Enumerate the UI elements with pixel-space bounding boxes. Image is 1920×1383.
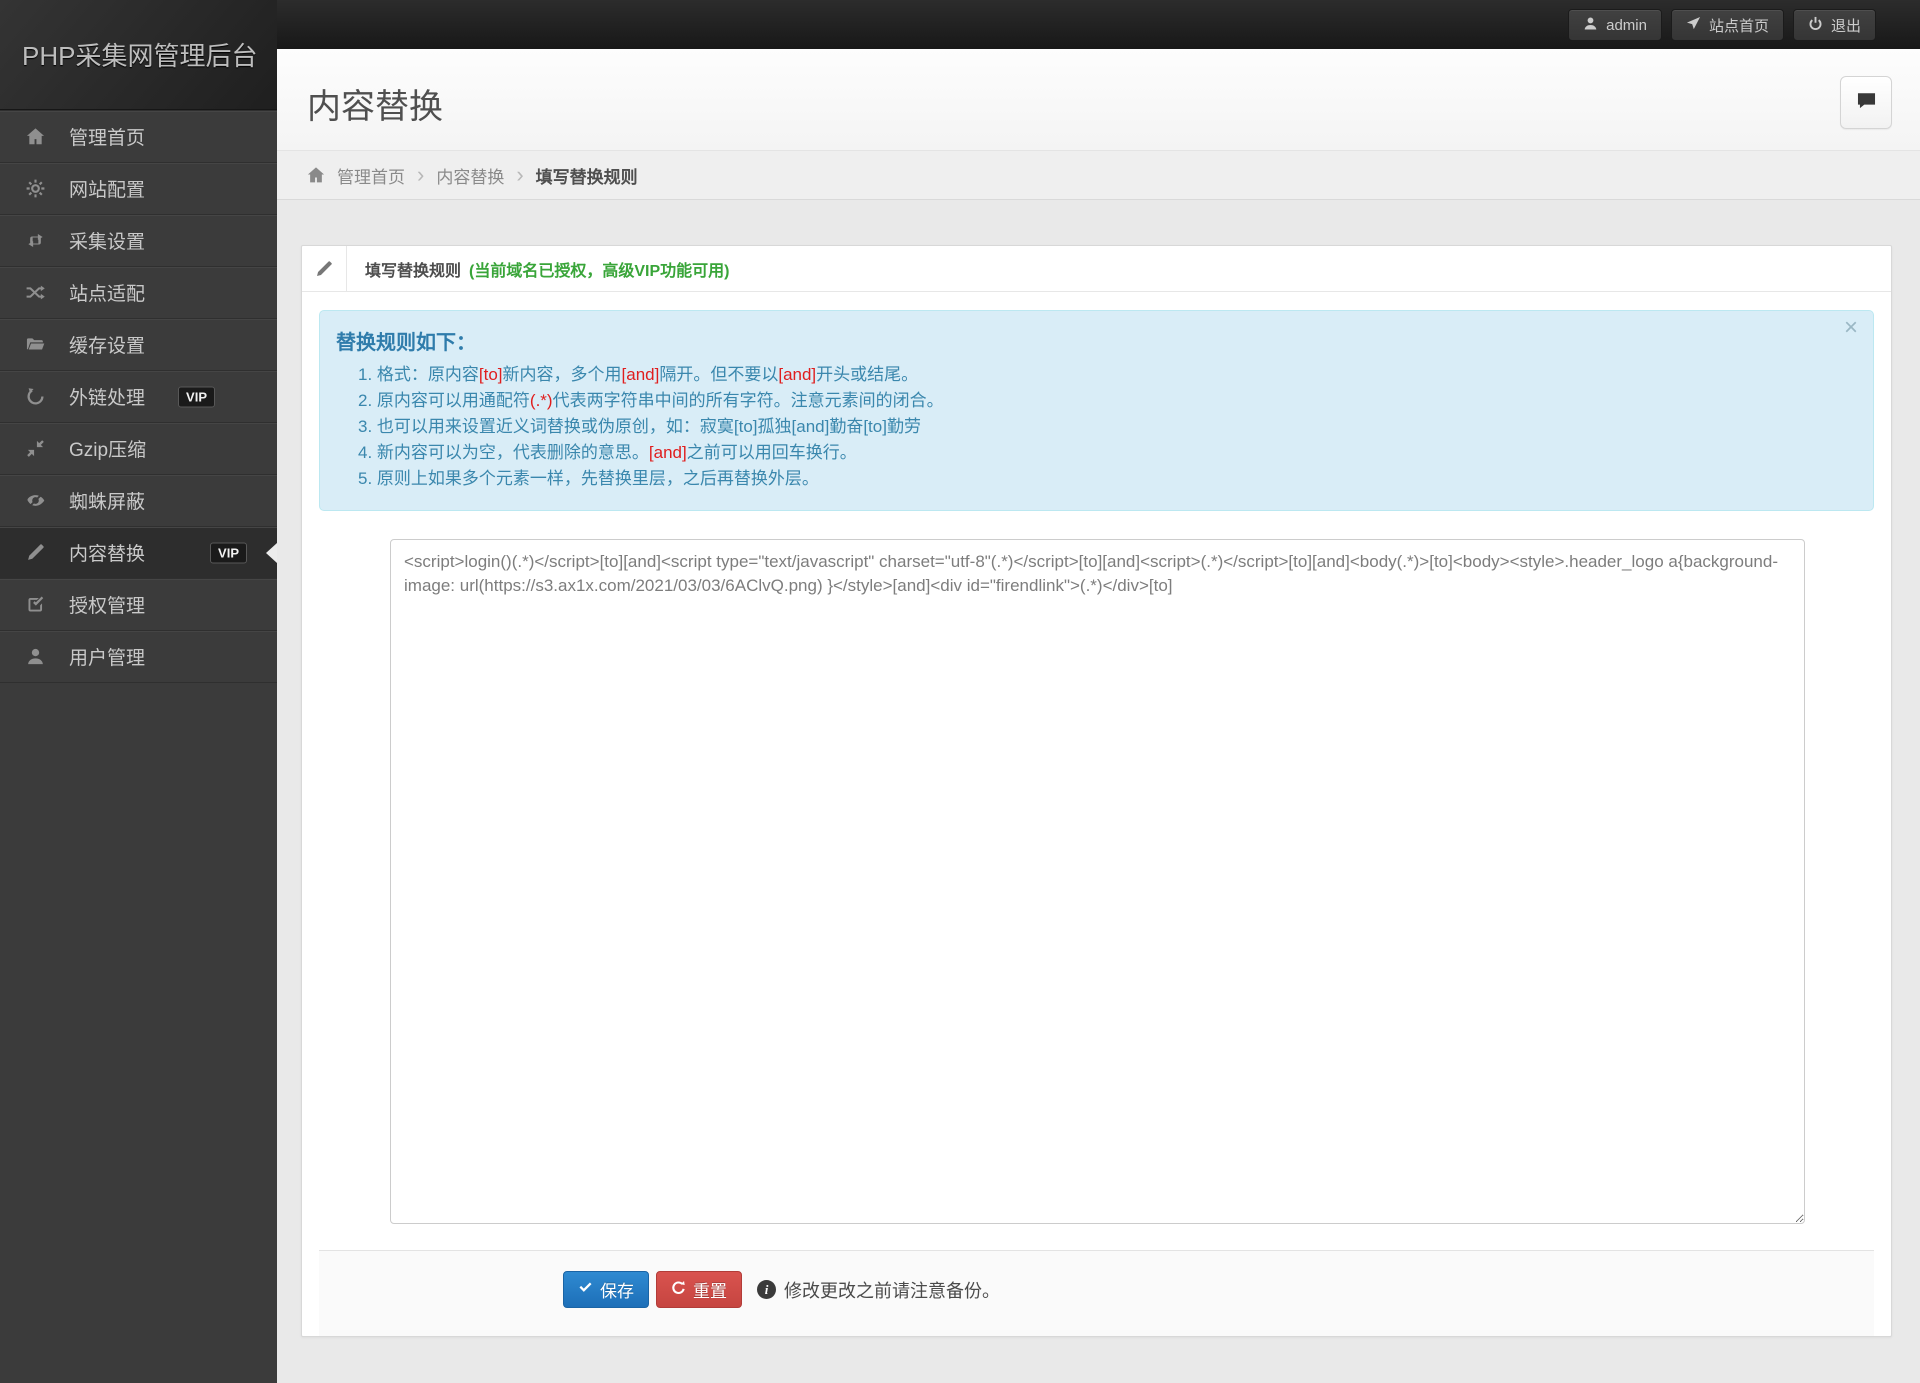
- site-home-label: 站点首页: [1709, 15, 1769, 36]
- content-header: 内容替换: [277, 49, 1920, 150]
- shuffle-icon: [26, 283, 54, 302]
- page-body: 填写替换规则 (当前域名已授权，高级VIP功能可用) 替换规则如下： 1. 格式…: [277, 200, 1920, 1337]
- site-home-button[interactable]: 站点首页: [1671, 9, 1784, 41]
- sidebar-item-dashboard[interactable]: 管理首页: [0, 111, 277, 163]
- breadcrumb: 管理首页 › 内容替换 › 填写替换规则: [277, 150, 1920, 200]
- rules-alert-title: 替换规则如下：: [336, 326, 1827, 355]
- breadcrumb-item-current: 填写替换规则: [536, 163, 638, 188]
- sidebar-item-content-replace[interactable]: 内容替换 VIP: [0, 527, 277, 579]
- home-icon: [26, 127, 54, 146]
- editor-wrap: <script>login()(.*)</script>[to][and]<sc…: [390, 539, 1805, 1229]
- pencil-icon: [302, 246, 347, 291]
- sidebar-item-spider-block[interactable]: 蜘蛛屏蔽: [0, 475, 277, 527]
- user-icon: [26, 647, 54, 666]
- sidebar-item-label: 用户管理: [69, 643, 145, 670]
- save-label: 保存: [600, 1277, 634, 1302]
- user-account-label: admin: [1606, 17, 1647, 34]
- gear-icon: [26, 179, 54, 198]
- refresh-icon: [671, 1280, 686, 1300]
- panel-authorization-note: (当前域名已授权，高级VIP功能可用): [469, 257, 729, 281]
- chevron-right-icon: ›: [417, 164, 424, 186]
- eye-slash-icon: [26, 491, 54, 510]
- save-button[interactable]: 保存: [563, 1271, 649, 1308]
- sidebar-item-label: 内容替换: [69, 539, 145, 566]
- chevron-right-icon: ›: [516, 164, 523, 186]
- logout-button[interactable]: 退出: [1793, 9, 1876, 41]
- breadcrumb-item-dashboard[interactable]: 管理首页: [337, 163, 405, 188]
- page-title: 内容替换: [277, 49, 1920, 128]
- reset-button[interactable]: 重置: [656, 1271, 742, 1308]
- admin-app: admin 站点首页 退出 PHP采集网管理后台 管理首页 网站配置: [0, 0, 1920, 1383]
- sidebar-item-gzip[interactable]: Gzip压缩: [0, 423, 277, 475]
- rule-line-4: 4. 新内容可以为空，代表删除的意思。[and]之前可以用回车换行。: [336, 440, 1827, 466]
- sidebar-item-label: 采集设置: [69, 227, 145, 254]
- rule-line-3: 3. 也可以用来设置近义词替换或伪原创，如：寂寞[to]孤独[and]勤奋[to…: [336, 414, 1827, 440]
- sidebar-item-label: 管理首页: [69, 123, 145, 150]
- sidebar-menu: 管理首页 网站配置 采集设置 站点适配 缓存设置 外链处理 VI: [0, 110, 277, 683]
- sidebar-item-cache-settings[interactable]: 缓存设置: [0, 319, 277, 371]
- retweet-icon: [26, 231, 54, 250]
- user-account-button[interactable]: admin: [1568, 9, 1662, 41]
- reset-label: 重置: [693, 1277, 727, 1302]
- topbar: admin 站点首页 退出: [0, 0, 1920, 49]
- sidebar-item-label: 授权管理: [69, 591, 145, 618]
- rule-line-2: 2. 原内容可以用通配符(.*)代表两字符串中间的所有字符。注意元素间的闭合。: [336, 388, 1827, 414]
- logout-label: 退出: [1831, 15, 1861, 36]
- home-icon: [307, 166, 325, 184]
- sidebar-item-label: 站点适配: [69, 279, 145, 306]
- check-icon: [578, 1280, 593, 1300]
- power-icon: [1808, 16, 1823, 35]
- form-actions: 保存 重置 i 修改更改之前请注意备份。: [319, 1250, 1874, 1336]
- vip-badge: VIP: [178, 386, 215, 407]
- folder-open-icon: [26, 335, 54, 354]
- panel-body: 替换规则如下： 1. 格式：原内容[to]新内容，多个用[and]隔开。但不要以…: [302, 292, 1891, 1336]
- rule-line-5: 5. 原则上如果多个元素一样，先替换里层，之后再替换外层。: [336, 466, 1827, 492]
- rule-line-1: 1. 格式：原内容[to]新内容，多个用[and]隔开。但不要以[and]开头或…: [336, 362, 1827, 388]
- replace-rule-panel: 填写替换规则 (当前域名已授权，高级VIP功能可用) 替换规则如下： 1. 格式…: [301, 245, 1892, 1337]
- panel-title: 填写替换规则: [365, 257, 461, 281]
- check-square-icon: [26, 595, 54, 614]
- comment-bubble-icon: [1856, 90, 1877, 116]
- sidebar-item-external-links[interactable]: 外链处理 VIP: [0, 371, 277, 423]
- sidebar-item-users[interactable]: 用户管理: [0, 631, 277, 683]
- vip-badge: VIP: [210, 542, 247, 563]
- sidebar-item-license[interactable]: 授权管理: [0, 579, 277, 631]
- main-content: 内容替换 管理首页 › 内容替换 › 填写替换规则 填写替换规则 (当前域名已授…: [277, 49, 1920, 1383]
- sidebar-item-label: 外链处理: [69, 383, 145, 410]
- comment-button[interactable]: [1840, 76, 1892, 129]
- sidebar-item-label: 蜘蛛屏蔽: [69, 487, 145, 514]
- refresh-icon: [26, 387, 54, 406]
- close-icon[interactable]: ×: [1844, 316, 1858, 340]
- sidebar: PHP采集网管理后台 管理首页 网站配置 采集设置 站点适配 缓存设置: [0, 0, 277, 1383]
- backup-note: i 修改更改之前请注意备份。: [757, 1277, 1000, 1303]
- compress-icon: [26, 439, 54, 458]
- panel-heading: 填写替换规则 (当前域名已授权，高级VIP功能可用): [302, 246, 1891, 292]
- sidebar-item-collect-settings[interactable]: 采集设置: [0, 215, 277, 267]
- location-arrow-icon: [1686, 16, 1701, 35]
- sidebar-item-label: 网站配置: [69, 175, 145, 202]
- info-icon: i: [757, 1280, 776, 1299]
- backup-note-text: 修改更改之前请注意备份。: [784, 1277, 1000, 1303]
- sidebar-item-site-config[interactable]: 网站配置: [0, 163, 277, 215]
- sidebar-item-site-adapt[interactable]: 站点适配: [0, 267, 277, 319]
- topbar-actions: admin 站点首页 退出: [1568, 9, 1876, 41]
- app-logo: PHP采集网管理后台: [0, 0, 277, 110]
- replace-rules-textarea[interactable]: <script>login()(.*)</script>[to][and]<sc…: [390, 539, 1805, 1224]
- breadcrumb-item-content-replace[interactable]: 内容替换: [436, 163, 504, 188]
- pencil-icon: [26, 543, 54, 562]
- rules-alert: 替换规则如下： 1. 格式：原内容[to]新内容，多个用[and]隔开。但不要以…: [319, 310, 1874, 511]
- sidebar-item-label: Gzip压缩: [69, 435, 146, 462]
- user-icon: [1583, 16, 1598, 35]
- sidebar-item-label: 缓存设置: [69, 331, 145, 358]
